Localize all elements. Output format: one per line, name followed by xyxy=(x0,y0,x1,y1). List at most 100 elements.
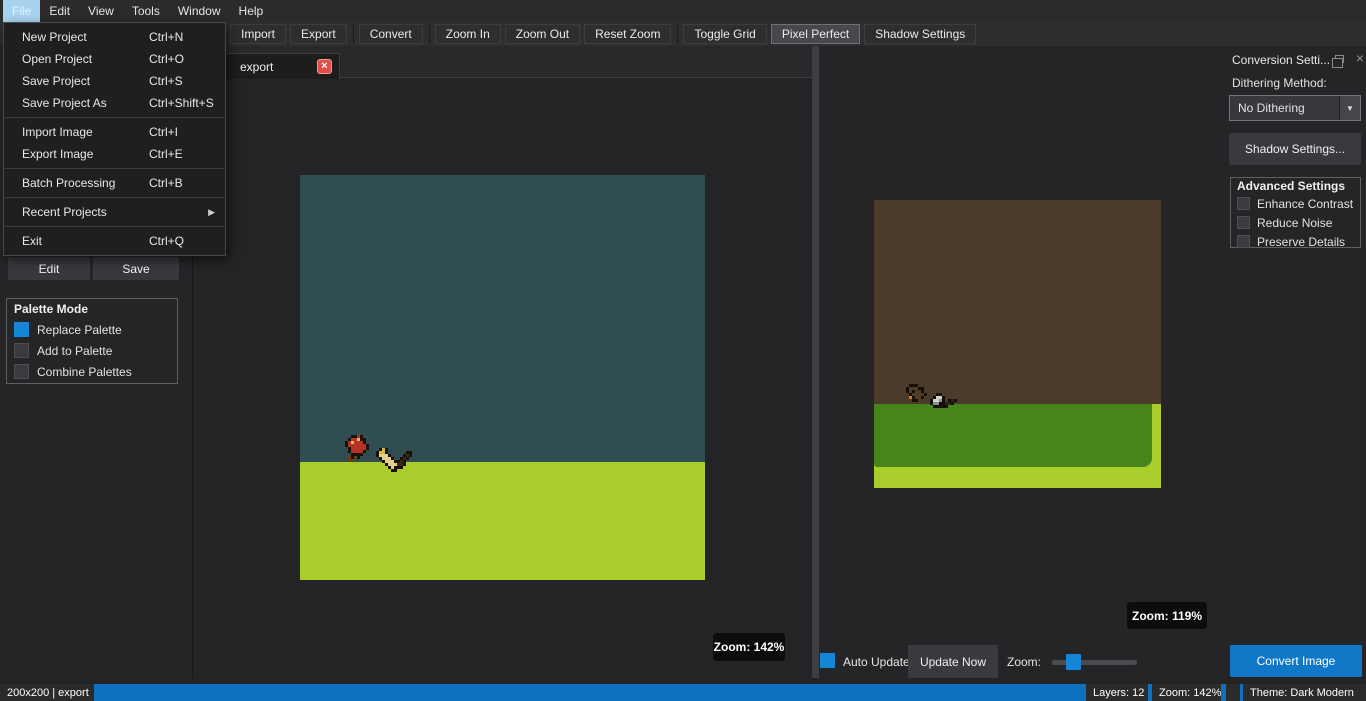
menu-separator xyxy=(5,117,224,118)
close-panel-icon[interactable]: × xyxy=(1352,50,1366,66)
menu-window[interactable]: Window xyxy=(169,0,230,22)
replace-palette-checkbox[interactable] xyxy=(14,322,29,337)
menu-edit[interactable]: Edit xyxy=(40,0,79,22)
status-bar: 200x200 | export Layers: 12 Zoom: 142% T… xyxy=(0,684,1366,701)
zoom-slider-track[interactable] xyxy=(1052,660,1137,665)
converted-grass-region xyxy=(874,404,1152,467)
save-button[interactable]: Save xyxy=(93,257,179,280)
combine-palettes-label: Combine Palettes xyxy=(37,364,132,379)
zoom-slider-handle[interactable] xyxy=(1066,654,1081,670)
menu-item-label: Recent Projects xyxy=(22,205,107,219)
source-grass-region xyxy=(300,462,705,580)
menu-item-label: New Project xyxy=(22,30,87,44)
toolbar-reset-zoom-button[interactable]: Reset Zoom xyxy=(584,24,672,44)
dithering-method-select[interactable]: No Dithering ▼ xyxy=(1229,95,1361,121)
menu-item-exit[interactable]: Exit Ctrl+Q xyxy=(4,230,225,252)
toolbar-separator xyxy=(428,24,430,44)
palette-mode-group: Palette Mode Replace Palette Add to Pale… xyxy=(6,298,178,384)
menu-separator xyxy=(5,197,224,198)
converted-sky-region xyxy=(874,200,1161,404)
menu-view[interactable]: View xyxy=(79,0,123,22)
shadow-settings-button[interactable]: Shadow Settings... xyxy=(1229,133,1361,165)
menu-separator xyxy=(5,226,224,227)
menu-item-save-project[interactable]: Save Project Ctrl+S xyxy=(4,70,225,92)
status-layers: Layers: 12 xyxy=(1086,684,1148,701)
toolbar-pixel-perfect-button[interactable]: Pixel Perfect xyxy=(770,24,861,44)
zoom-slider-label: Zoom: xyxy=(1007,655,1042,669)
auto-update-label: Auto Update xyxy=(843,655,910,669)
add-to-palette-checkbox[interactable] xyxy=(14,343,29,358)
advanced-settings-title: Advanced Settings xyxy=(1237,179,1346,193)
combine-palettes-option[interactable]: Combine Palettes xyxy=(7,361,177,382)
menu-item-label: Export Image xyxy=(22,147,94,161)
menu-item-new-project[interactable]: New Project Ctrl+N xyxy=(4,26,225,48)
tab-title: export xyxy=(240,59,274,74)
status-image-info: 200x200 | export xyxy=(0,684,94,701)
replace-palette-option[interactable]: Replace Palette xyxy=(7,319,177,340)
submenu-arrow-icon: ▶ xyxy=(208,207,215,217)
edit-button[interactable]: Edit xyxy=(8,257,90,280)
menu-item-label: Save Project xyxy=(22,74,91,88)
menu-item-shortcut: Ctrl+N xyxy=(149,30,184,44)
status-spacer xyxy=(1226,684,1240,701)
menu-item-batch-processing[interactable]: Batch Processing Ctrl+B xyxy=(4,172,225,194)
status-zoom: Zoom: 142% xyxy=(1152,684,1221,701)
menu-item-shortcut: Ctrl+S xyxy=(149,74,183,88)
menu-item-shortcut: Ctrl+B xyxy=(149,176,183,190)
add-to-palette-label: Add to Palette xyxy=(37,343,113,358)
tab-bar: export × xyxy=(194,46,812,79)
conversion-settings-title: Conversion Setti... xyxy=(1232,53,1331,67)
file-dropdown-menu: New Project Ctrl+N Open Project Ctrl+O S… xyxy=(3,22,226,256)
editor-canvas-area: export × Zoom: 142% xyxy=(194,46,812,678)
menu-tools[interactable]: Tools xyxy=(123,0,169,22)
conversion-panel-area: Conversion Setti... × Dithering Method: … xyxy=(819,46,1366,678)
converted-image-canvas[interactable] xyxy=(874,200,1161,488)
reduce-noise-option[interactable]: Reduce Noise xyxy=(1231,213,1360,232)
pixel-art-converter-window: File Edit View Tools Window Help Import … xyxy=(0,0,1366,701)
preserve-details-checkbox[interactable] xyxy=(1237,235,1250,248)
menu-item-open-project[interactable]: Open Project Ctrl+O xyxy=(4,48,225,70)
menu-item-label: Batch Processing xyxy=(22,176,116,190)
replace-palette-label: Replace Palette xyxy=(37,322,122,337)
toolbar-export-button[interactable]: Export xyxy=(290,24,347,44)
converted-zoom-badge: Zoom: 119% xyxy=(1127,602,1207,629)
toolbar-shadow-settings-button[interactable]: Shadow Settings xyxy=(864,24,977,44)
menu-item-label: Save Project As xyxy=(22,96,107,110)
menu-bar: File Edit View Tools Window Help xyxy=(0,0,1366,22)
source-zoom-badge: Zoom: 142% xyxy=(713,633,785,661)
toolbar-convert-button[interactable]: Convert xyxy=(358,24,423,44)
dithering-method-value: No Dithering xyxy=(1238,101,1305,115)
convert-image-button[interactable]: Convert Image xyxy=(1230,645,1362,677)
toolbar-import-button[interactable]: Import xyxy=(230,24,287,44)
toolbar-zoom-in-button[interactable]: Zoom In xyxy=(434,24,501,44)
add-to-palette-option[interactable]: Add to Palette xyxy=(7,340,177,361)
preserve-details-option[interactable]: Preserve Details xyxy=(1231,232,1360,251)
menu-item-label: Import Image xyxy=(22,125,93,139)
enhance-contrast-option[interactable]: Enhance Contrast xyxy=(1231,194,1360,213)
reduce-noise-checkbox[interactable] xyxy=(1237,216,1250,229)
chevron-down-icon[interactable]: ▼ xyxy=(1339,96,1360,120)
menu-item-recent-projects[interactable]: Recent Projects ▶ xyxy=(4,201,225,223)
auto-update-checkbox[interactable] xyxy=(820,653,835,668)
panel-divider[interactable] xyxy=(812,46,819,678)
enhance-contrast-checkbox[interactable] xyxy=(1237,197,1250,210)
menu-item-shortcut: Ctrl+Shift+S xyxy=(149,96,214,110)
update-now-button[interactable]: Update Now xyxy=(908,645,998,678)
menu-help[interactable]: Help xyxy=(230,0,273,22)
menu-file[interactable]: File xyxy=(3,0,41,22)
tab-close-icon[interactable]: × xyxy=(317,59,332,74)
source-image-canvas[interactable] xyxy=(300,175,705,580)
menu-item-save-project-as[interactable]: Save Project As Ctrl+Shift+S xyxy=(4,92,225,114)
menu-item-import-image[interactable]: Import Image Ctrl+I xyxy=(4,121,225,143)
palette-mode-title: Palette Mode xyxy=(14,302,89,316)
float-panel-icon[interactable] xyxy=(1332,55,1344,68)
menu-item-export-image[interactable]: Export Image Ctrl+E xyxy=(4,143,225,165)
reduce-noise-label: Reduce Noise xyxy=(1257,215,1333,230)
toolbar-separator xyxy=(677,24,679,44)
menu-item-shortcut: Ctrl+Q xyxy=(149,234,185,248)
combine-palettes-checkbox[interactable] xyxy=(14,364,29,379)
tab-export[interactable]: export × xyxy=(225,53,340,79)
toolbar-zoom-out-button[interactable]: Zoom Out xyxy=(504,24,581,44)
menu-item-label: Exit xyxy=(22,234,43,248)
toolbar-toggle-grid-button[interactable]: Toggle Grid xyxy=(683,24,767,44)
